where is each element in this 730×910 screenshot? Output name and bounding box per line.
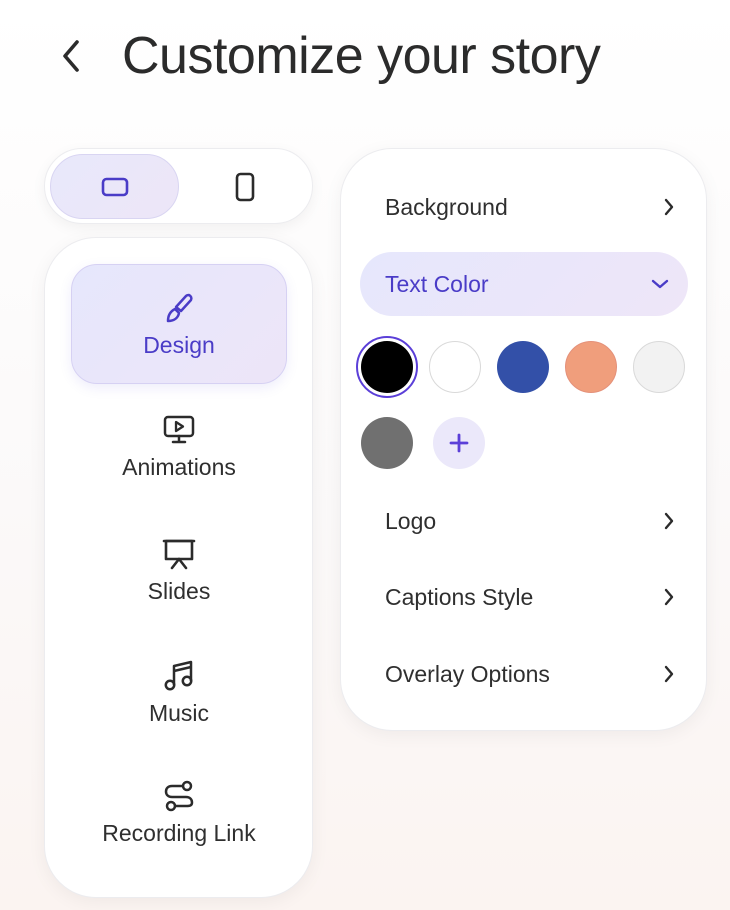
add-color-button[interactable]: [433, 417, 485, 469]
captions-style-label: Captions Style: [385, 583, 534, 610]
chevron-right-icon: [664, 588, 674, 606]
plus-icon: [449, 433, 469, 453]
nav-item-slides[interactable]: Slides: [71, 510, 287, 630]
overlay-options-label: Overlay Options: [385, 660, 550, 687]
nav-item-animations[interactable]: Animations: [71, 386, 287, 506]
design-settings-panel: Background Text Color Logo Captions Styl…: [340, 148, 707, 731]
overlay-options-row[interactable]: Overlay Options: [385, 652, 675, 696]
logo-row[interactable]: Logo: [385, 499, 675, 543]
color-swatch-blue[interactable]: [497, 341, 549, 393]
nav-item-music[interactable]: Music: [71, 632, 287, 752]
color-swatch-white[interactable]: [429, 341, 481, 393]
back-button[interactable]: [56, 36, 86, 76]
color-swatch-light-gray[interactable]: [633, 341, 685, 393]
text-color-row[interactable]: Text Color: [360, 252, 688, 316]
chevron-right-icon: [664, 512, 674, 530]
paintbrush-icon: [161, 290, 197, 326]
portrait-orientation-button[interactable]: [180, 154, 309, 219]
route-link-icon: [161, 778, 197, 814]
chevron-right-icon: [664, 198, 674, 216]
landscape-rectangle-icon: [101, 177, 128, 196]
nav-label-animations: Animations: [122, 453, 236, 480]
nav-item-recording-link[interactable]: Recording Link: [71, 752, 287, 872]
header: Customize your story: [0, 0, 730, 120]
landscape-orientation-button[interactable]: [50, 154, 179, 219]
monitor-play-icon: [161, 412, 197, 448]
nav-label-design: Design: [143, 331, 215, 358]
music-note-icon: [161, 658, 197, 694]
color-swatch-black[interactable]: [356, 336, 418, 398]
nav-label-recording-link: Recording Link: [102, 819, 256, 846]
color-swatch-peach[interactable]: [565, 341, 617, 393]
nav-label-music: Music: [148, 699, 210, 726]
chevron-down-icon: [651, 279, 669, 289]
captions-style-row[interactable]: Captions Style: [385, 575, 675, 619]
text-color-label: Text Color: [385, 270, 489, 297]
portrait-rectangle-icon: [235, 172, 254, 201]
presentation-board-icon: [161, 536, 197, 572]
background-row[interactable]: Background: [385, 185, 675, 229]
design-nav-panel: Design Animations Slides Music Recording…: [44, 237, 313, 898]
nav-label-slides: Slides: [147, 577, 211, 604]
color-swatch-gray[interactable]: [361, 417, 413, 469]
chevron-left-icon: [63, 40, 79, 72]
nav-item-design[interactable]: Design: [71, 264, 287, 384]
orientation-toggle: [44, 148, 313, 224]
chevron-right-icon: [664, 665, 674, 683]
logo-label: Logo: [385, 507, 437, 534]
background-label: Background: [385, 193, 508, 220]
page-title: Customize your story: [122, 27, 601, 85]
